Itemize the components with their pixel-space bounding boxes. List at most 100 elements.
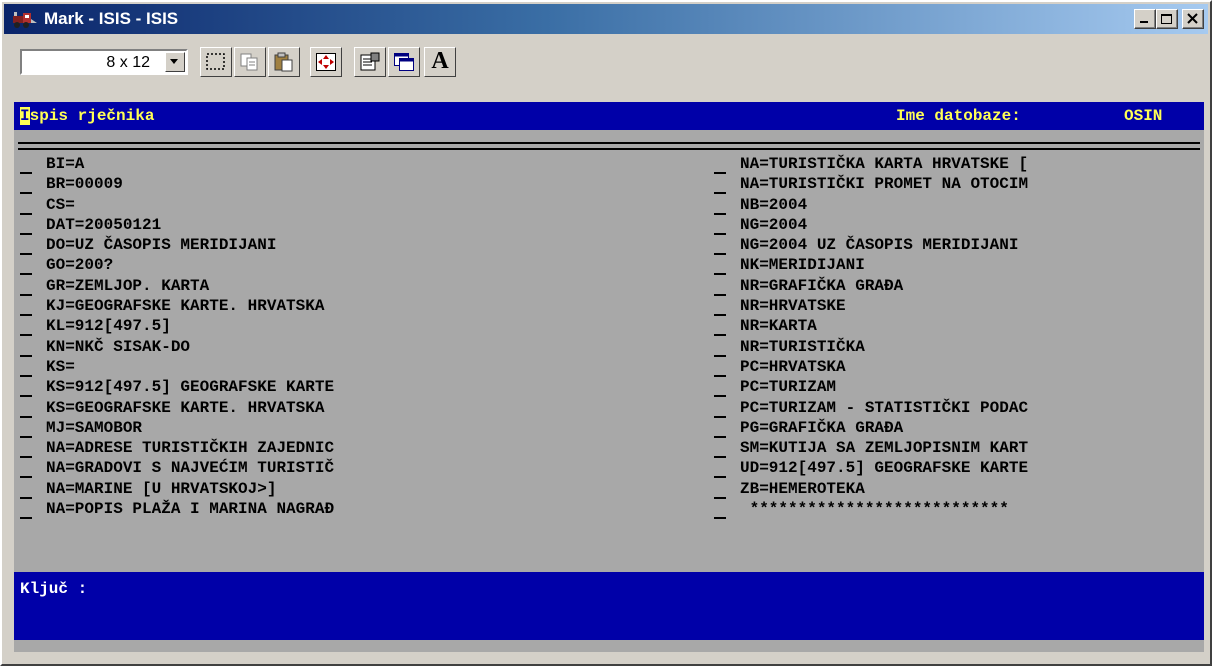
title-bar[interactable]: Mark - ISIS - ISIS <box>4 4 1208 34</box>
dictionary-entry-text: GO=200? <box>46 256 114 275</box>
window-title: Mark - ISIS - ISIS <box>44 9 179 28</box>
dictionary-entry-text: NA=TURISTIČKA KARTA HRVATSKE [ <box>740 155 1029 173</box>
copy-button[interactable] <box>234 47 266 77</box>
selection-marker[interactable] <box>714 438 726 459</box>
train-app-icon[interactable] <box>12 9 38 29</box>
font-size-dropdown-button[interactable] <box>165 52 185 72</box>
selection-marker[interactable] <box>20 418 32 438</box>
dictionary-entry-text: DO=UZ ČASOPIS MERIDIJANI <box>46 236 277 255</box>
selection-marker[interactable] <box>20 235 32 256</box>
dictionary-entry-text: *************************** <box>740 500 1009 519</box>
paste-button[interactable] <box>268 47 300 77</box>
text-cursor: I <box>20 107 30 125</box>
dictionary-entry-text: PC=TURIZAM - STATISTIČKI PODAC <box>740 398 1029 417</box>
key-input-bar[interactable]: Ključ : <box>14 572 1204 640</box>
selection-marker[interactable] <box>20 255 32 276</box>
fullscreen-button[interactable] <box>310 47 342 77</box>
dictionary-entry-text: NA=ADRESE TURISTIČKIH ZAJEDNIC <box>46 439 335 458</box>
selection-marker[interactable] <box>20 499 32 520</box>
selection-marker[interactable] <box>714 479 726 499</box>
properties-button[interactable] <box>354 47 386 77</box>
dictionary-entry-text: ZB=HEMEROTEKA <box>740 479 865 498</box>
maximize-icon <box>1161 14 1172 24</box>
selection-marker[interactable] <box>714 418 726 438</box>
mark-button[interactable] <box>200 47 232 77</box>
selection-marker[interactable] <box>714 398 726 418</box>
dictionary-list-panel: BI=A BR=00009 CS= DAT=20050121 DO=UZ ČASOPIS… <box>14 130 1204 572</box>
dictionary-entry-text: KS=912[497.5] GEOGRAFSKE KARTE <box>46 378 335 397</box>
selection-marker[interactable] <box>714 316 726 337</box>
selection-marker[interactable] <box>714 174 726 195</box>
selection-marker[interactable] <box>714 154 726 174</box>
dictionary-entry-text: NR=TURISTIČKA <box>740 337 865 356</box>
selection-marker[interactable] <box>714 255 726 276</box>
selection-marker[interactable] <box>20 296 32 317</box>
dictionary-entry-text: SM=KUTIJA SA ZEMLJOPISNIM KART <box>740 439 1029 458</box>
console-area[interactable]: Ispis rječnika Ime datobaze: OSIN BI=A BR… <box>14 102 1204 652</box>
selection-marker[interactable] <box>714 296 726 317</box>
selection-marker[interactable] <box>20 377 32 398</box>
dictionary-entry-text: NR=KARTA <box>740 317 817 336</box>
paste-icon <box>274 52 293 72</box>
dictionary-entry-text: PC=HRVATSKA <box>740 357 846 376</box>
dictionary-entry-text: PG=GRAFIČKA GRAĐA <box>740 418 904 437</box>
dictionary-entry-text: NG=2004 <box>740 215 808 234</box>
screen-title-text: spis rječnika <box>29 107 155 125</box>
dictionary-entry-text: NA=TURISTIČKI PROMET NA OTOCIM <box>740 175 1029 194</box>
dictionary-entry-text: DAT=20050121 <box>46 215 162 234</box>
selection-marker[interactable] <box>714 195 726 215</box>
dictionary-entry-text: NK=MERIDIJANI <box>740 256 865 275</box>
selection-marker[interactable] <box>20 398 32 418</box>
console-bottom-strip <box>14 640 1204 652</box>
selection-marker[interactable] <box>714 357 726 377</box>
minimize-icon <box>1140 21 1148 23</box>
selection-marker[interactable] <box>20 276 32 296</box>
font-size-select[interactable]: 8 x 12 <box>20 49 188 75</box>
dictionary-entry-text: KN=NKČ SISAK-DO <box>46 337 191 356</box>
close-button[interactable] <box>1182 9 1204 29</box>
selection-marker[interactable] <box>20 458 32 479</box>
console-window: Mark - ISIS - ISIS 8 x 12 A Ispis rječni… <box>0 0 1212 666</box>
selection-marker[interactable] <box>714 499 726 520</box>
dictionary-entry-text: BR=00009 <box>46 175 123 194</box>
screen-title: Ispis rječnika <box>20 105 154 127</box>
dictionary-entry-text: NA=GRADOVI S NAJVEĆIM TURISTIČ <box>46 459 335 478</box>
selection-marker[interactable] <box>20 195 32 215</box>
selection-marker[interactable] <box>20 357 32 377</box>
dictionary-entry-text: KS=GEOGRAFSKE KARTE. HRVATSKA <box>46 398 325 417</box>
minimize-button[interactable] <box>1134 9 1156 29</box>
selection-marker[interactable] <box>714 276 726 296</box>
dictionary-entry-text: PC=TURIZAM <box>740 378 837 397</box>
selection-marker[interactable] <box>20 154 32 174</box>
selection-marker[interactable] <box>20 337 32 357</box>
dictionary-entry-text: UD=912[497.5] GEOGRAFSKE KARTE <box>740 459 1029 478</box>
dictionary-entry-text: NR=GRAFIČKA GRAĐA <box>740 276 904 295</box>
header-divider <box>18 142 1200 150</box>
selection-marker[interactable] <box>20 316 32 337</box>
fullscreen-icon <box>316 53 336 71</box>
dictionary-entry-text: NA=MARINE [U HRVATSKOJ>] <box>46 479 277 498</box>
dictionary-entry-text: GR=ZEMLJOP. KARTA <box>46 276 210 295</box>
selection-marker[interactable] <box>20 479 32 499</box>
background-icon <box>394 53 414 71</box>
mark-icon <box>206 53 225 70</box>
dictionary-entry-text: KS= <box>46 357 75 376</box>
dictionary-entry-text: NB=2004 <box>740 195 808 214</box>
selection-marker[interactable] <box>20 174 32 195</box>
properties-icon <box>360 52 380 71</box>
selection-marker[interactable] <box>714 235 726 256</box>
maximize-button[interactable] <box>1156 9 1178 29</box>
background-button[interactable] <box>388 47 420 77</box>
database-name: OSIN <box>1124 107 1163 125</box>
selection-marker[interactable] <box>714 458 726 479</box>
chevron-down-icon <box>170 59 178 64</box>
selection-marker[interactable] <box>20 438 32 459</box>
dictionary-entry-text: NG=2004 UZ ČASOPIS MERIDIJANI <box>740 236 1019 255</box>
selection-marker[interactable] <box>20 215 32 235</box>
font-size-value: 8 x 12 <box>106 54 150 71</box>
selection-marker[interactable] <box>714 377 726 398</box>
selection-marker[interactable] <box>714 215 726 235</box>
dictionary-entry-text: KL=912[497.5] <box>46 317 171 336</box>
selection-marker[interactable] <box>714 337 726 357</box>
font-button[interactable]: A <box>424 47 456 77</box>
